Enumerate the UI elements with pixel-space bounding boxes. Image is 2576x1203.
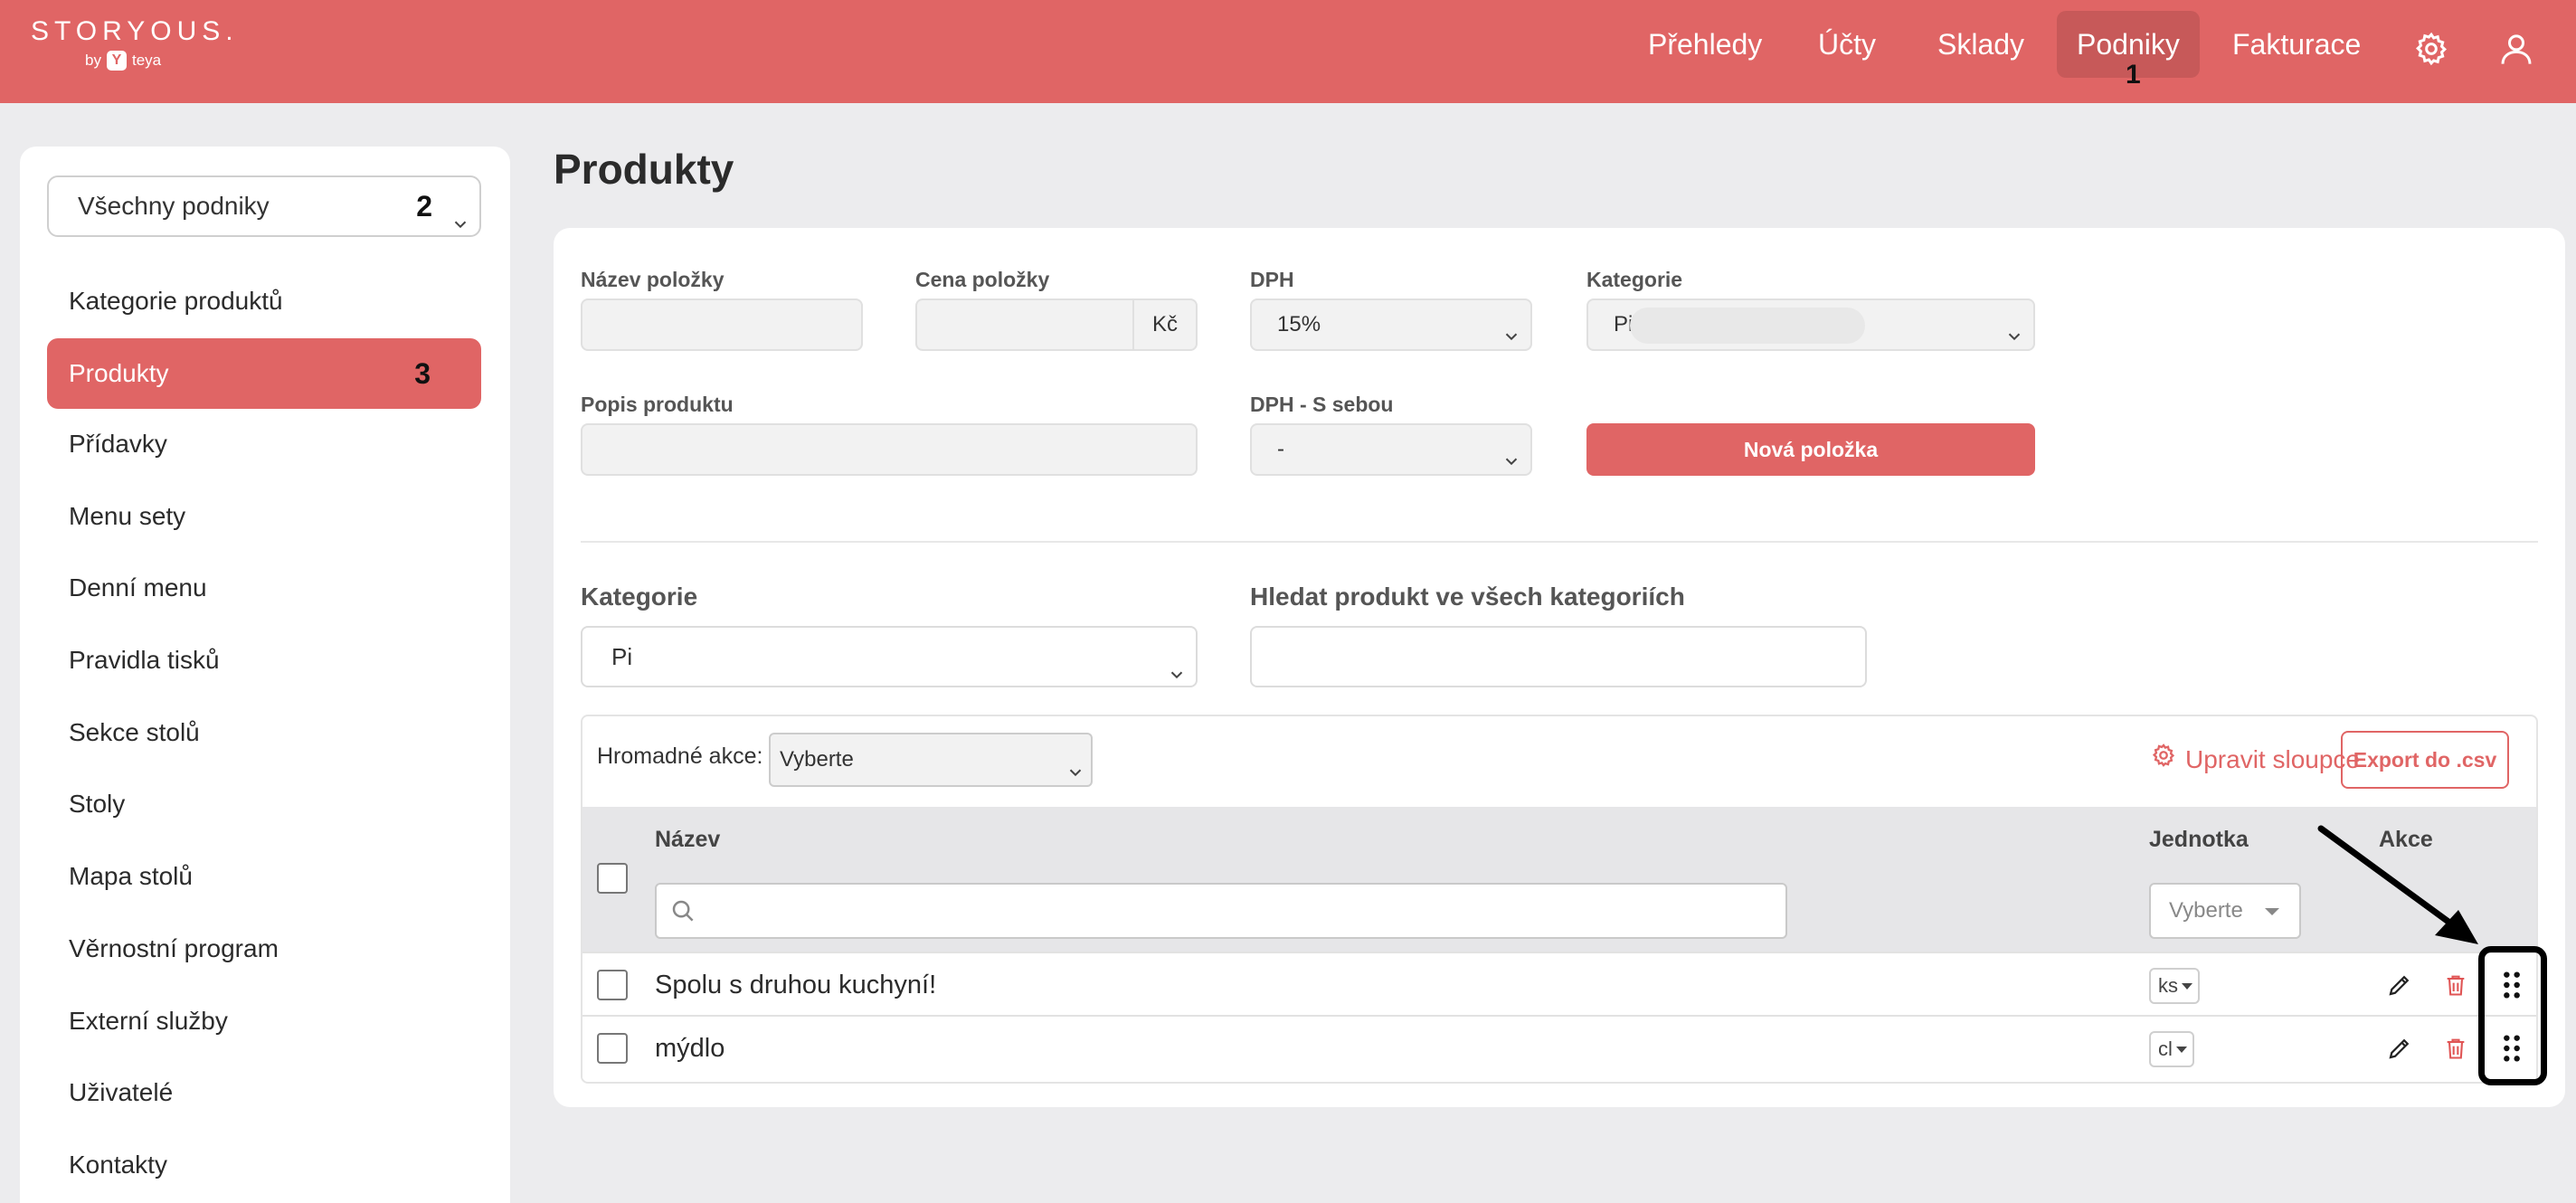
business-select[interactable]: Všechny podniky 2 <box>47 175 481 237</box>
search-icon <box>669 897 696 929</box>
sidebar-item-kontakty[interactable]: Kontakty <box>47 1130 481 1200</box>
chevron-down-icon <box>1501 316 1521 365</box>
column-header-unit[interactable]: Jednotka <box>2149 827 2249 853</box>
export-csv-button[interactable]: Export do .csv <box>2341 731 2509 789</box>
annotation-number-2: 2 <box>416 190 432 223</box>
edit-pencil-icon[interactable] <box>2384 1033 2415 1064</box>
chevron-down-icon <box>450 197 470 255</box>
sidebar-item-label: Produkty <box>69 359 169 387</box>
row-product-name: Spolu s druhou kuchyní! <box>655 971 937 999</box>
chevron-down-icon <box>1167 648 1187 706</box>
select-all-checkbox[interactable] <box>597 863 628 894</box>
description-input[interactable] <box>581 423 1198 476</box>
item-price-label: Cena položky <box>915 268 1050 291</box>
top-navigation-bar: STORYOUS. by Y teya Přehledy Účty Sklady… <box>0 0 2576 103</box>
chevron-down-icon <box>2004 316 2024 365</box>
table-row: Spolu s druhou kuchyní! ks <box>582 952 2536 1015</box>
logo-wordmark: STORYOUS. <box>31 16 239 46</box>
name-filter-input[interactable] <box>655 883 1787 939</box>
item-price-input[interactable]: Kč <box>915 298 1198 351</box>
bulk-actions-value: Vyberte <box>780 747 854 772</box>
category-form-select[interactable]: Pi <box>1586 298 2035 351</box>
delete-trash-icon[interactable] <box>2440 970 2471 1000</box>
business-select-value: Všechny podniky <box>78 192 270 220</box>
caret-down-icon <box>2265 908 2279 915</box>
vat-takeaway-label: DPH - S sebou <box>1250 393 1394 416</box>
annotation-arrow-icon <box>2317 825 2478 944</box>
unit-filter-select[interactable]: Vyberte <box>2149 883 2301 939</box>
product-search-label: Hledat produkt ve všech kategoriích <box>1250 583 1685 611</box>
sidebar-item-uzivatele[interactable]: Uživatelé <box>47 1057 481 1128</box>
sidebar-item-denni-menu[interactable]: Denní menu <box>47 553 481 623</box>
vat-takeaway-select[interactable]: - <box>1250 423 1532 476</box>
sidebar-item-mapa-stolu[interactable]: Mapa stolů <box>47 841 481 912</box>
sidebar-item-stoly[interactable]: Stoly <box>47 769 481 839</box>
nav-ucty[interactable]: Účty <box>1798 11 1896 78</box>
page-title: Produkty <box>554 146 734 193</box>
sidebar-item-menu-sety[interactable]: Menu sety <box>47 481 481 552</box>
divider <box>581 541 2538 543</box>
delete-trash-icon[interactable] <box>2440 1033 2471 1064</box>
teya-logo-icon: Y <box>106 51 127 71</box>
description-label: Popis produktu <box>581 393 734 416</box>
gear-icon <box>2151 736 2176 783</box>
products-panel: Název položky Cena položky Kč DPH 15% Ka… <box>554 228 2565 1107</box>
unit-filter-placeholder: Vyberte <box>2169 898 2243 923</box>
product-search-input[interactable] <box>1250 626 1867 687</box>
chevron-down-icon <box>1501 440 1521 489</box>
user-icon[interactable] <box>2493 25 2540 72</box>
item-name-input[interactable] <box>581 298 863 351</box>
sidebar-item-produkty[interactable]: Produkty 3 <box>47 338 481 409</box>
row-unit-select[interactable]: ks <box>2149 968 2200 1004</box>
edit-pencil-icon[interactable] <box>2384 970 2415 1000</box>
caret-down-icon <box>2182 983 2192 990</box>
annotation-number-3: 3 <box>414 357 431 390</box>
sidebar-item-sekce-stolu[interactable]: Sekce stolů <box>47 697 481 768</box>
table-row: mýdlo cl <box>582 1015 2536 1078</box>
row-unit-value: cl <box>2158 1037 2173 1060</box>
row-unit-select[interactable]: cl <box>2149 1031 2194 1067</box>
products-table: Hromadné akce: Vyberte Upravit sloupce E… <box>581 715 2538 1084</box>
sidebar-item-vernostni-program[interactable]: Věrnostní program <box>47 914 481 984</box>
edit-columns-label: Upravit sloupce <box>2185 745 2360 773</box>
storyous-logo[interactable]: STORYOUS. by Y teya <box>31 16 239 71</box>
logo-teya: teya <box>131 52 162 69</box>
nav-prehledy[interactable]: Přehledy <box>1628 11 1782 78</box>
category-filter-label: Kategorie <box>581 583 698 611</box>
category-filter-select[interactable]: Pi <box>581 626 1198 687</box>
item-name-label: Název položky <box>581 268 724 291</box>
sidebar: Všechny podniky 2 Kategorie produktů Pro… <box>20 147 510 1203</box>
vat-label: DPH <box>1250 268 1294 291</box>
bulk-actions-select[interactable]: Vyberte <box>769 733 1093 787</box>
chevron-down-icon <box>1065 751 1085 801</box>
category-form-label: Kategorie <box>1586 268 1683 291</box>
new-item-button[interactable]: Nová položka <box>1586 423 2035 476</box>
sidebar-item-kategorie-produktu[interactable]: Kategorie produktů <box>47 266 481 336</box>
row-product-name: mýdlo <box>655 1034 725 1063</box>
vat-takeaway-value: - <box>1277 437 1284 461</box>
currency-suffix: Kč <box>1132 300 1196 349</box>
nav-sklady[interactable]: Sklady <box>1918 11 2044 78</box>
sidebar-item-externi-sluzby[interactable]: Externí služby <box>47 986 481 1056</box>
gear-icon[interactable] <box>2408 25 2455 72</box>
table-header: Název Jednotka Akce Vyberte <box>582 807 2536 952</box>
vat-select-value: 15% <box>1277 312 1321 336</box>
redacted-blur <box>1630 308 1865 344</box>
sidebar-item-pridavky[interactable]: Přídavky <box>47 409 481 479</box>
bulk-actions-label: Hromadné akce: <box>597 744 763 769</box>
annotation-number-1: 1 <box>2126 60 2141 90</box>
row-unit-value: ks <box>2158 974 2178 997</box>
annotation-highlight-box <box>2478 946 2547 1085</box>
sidebar-item-pravidla-tisku[interactable]: Pravidla tisků <box>47 625 481 696</box>
nav-fakturace[interactable]: Fakturace <box>2212 11 2381 78</box>
row-checkbox[interactable] <box>597 1033 628 1064</box>
row-checkbox[interactable] <box>597 970 628 1000</box>
edit-columns-button[interactable]: Upravit sloupce <box>2151 736 2360 783</box>
column-header-name[interactable]: Název <box>655 827 720 853</box>
logo-byline: by Y teya <box>85 51 161 71</box>
vat-select[interactable]: 15% <box>1250 298 1532 351</box>
caret-down-icon <box>2175 1047 2187 1053</box>
category-filter-value: Pi <box>611 643 633 670</box>
logo-by: by <box>85 52 101 69</box>
